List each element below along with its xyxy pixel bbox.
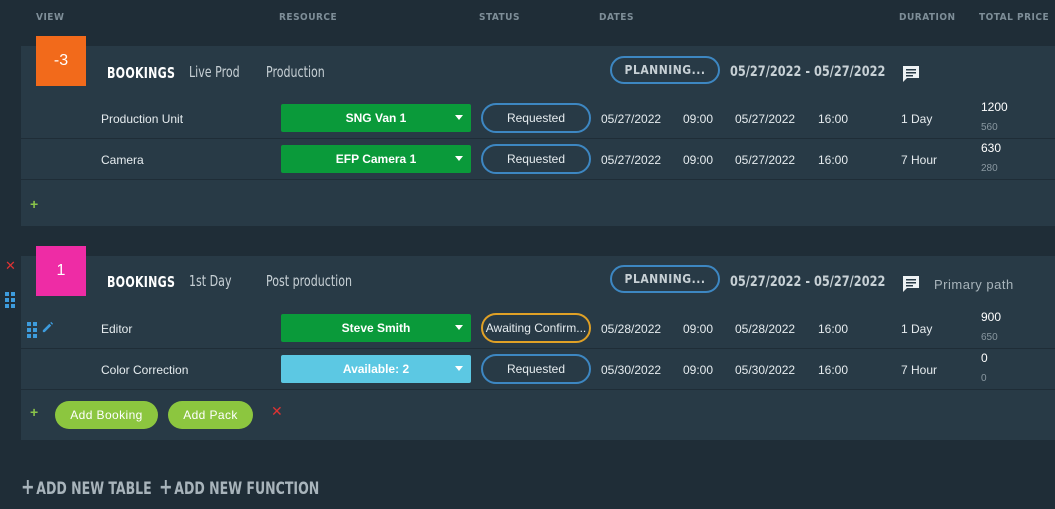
booking-table-2: 1 BOOKINGS 1st Day Post production PLANN… (21, 246, 1055, 440)
end-date[interactable]: 05/28/2022 (735, 322, 795, 336)
end-time[interactable]: 16:00 (818, 153, 848, 167)
start-date[interactable]: 05/27/2022 (601, 153, 661, 167)
col-status: STATUS (479, 12, 520, 23)
add-row-icon[interactable]: + (30, 196, 38, 212)
table-header: -3 BOOKINGS Live Prod Production PLANNIN… (21, 36, 1055, 98)
end-time[interactable]: 16:00 (818, 363, 848, 377)
table-badge[interactable]: -3 (36, 36, 86, 86)
booking-name: Editor (101, 322, 133, 336)
cost-price: 0 (981, 373, 987, 384)
row-drag-handle-icon[interactable] (27, 322, 37, 338)
table-subtitle-function: Post production (266, 272, 353, 290)
drag-handle-icon[interactable] (5, 292, 15, 308)
table-header: 1 BOOKINGS 1st Day Post production PLANN… (21, 246, 1055, 308)
add-booking-button[interactable]: Add Booking (55, 401, 158, 429)
booking-name: Camera (101, 153, 144, 167)
end-time[interactable]: 16:00 (818, 112, 848, 126)
cost-price: 560 (981, 122, 998, 133)
chevron-down-icon (455, 366, 463, 371)
plus-icon: + (21, 475, 35, 500)
start-date[interactable]: 05/28/2022 (601, 322, 661, 336)
chevron-down-icon (455, 325, 463, 330)
col-duration: DURATION (899, 12, 956, 23)
total-price: 900 (981, 310, 1002, 324)
col-total-price: TOTAL PRICE (979, 12, 1050, 23)
resource-value: EFP Camera 1 (335, 152, 417, 166)
start-time[interactable]: 09:00 (683, 153, 713, 167)
close-icon[interactable]: ✕ (271, 403, 283, 420)
table-subtitle-day: 1st Day (189, 272, 232, 290)
table-row: Editor Steve Smith Awaiting Confirm... 0… (21, 308, 1055, 349)
total-price: 0 (981, 351, 988, 365)
booking-table-1: -3 BOOKINGS Live Prod Production PLANNIN… (21, 36, 1055, 226)
add-new-table-link[interactable]: +ADD NEW TABLE (21, 475, 152, 500)
delete-table-icon[interactable]: ✕ (5, 258, 16, 274)
table-badge[interactable]: 1 (36, 246, 86, 296)
end-date[interactable]: 05/27/2022 (735, 153, 795, 167)
table-row: Production Unit SNG Van 1 Requested 05/2… (21, 98, 1055, 139)
duration: 7 Hour (901, 153, 938, 167)
table-row: Color Correction Available: 2 Requested … (21, 349, 1055, 390)
edit-pencil-icon[interactable] (41, 321, 54, 334)
resource-dropdown[interactable]: SNG Van 1 (281, 104, 471, 132)
resource-dropdown[interactable]: Available: 2 (281, 355, 471, 383)
table-title: BOOKINGS (107, 273, 176, 291)
col-resource: RESOURCE (279, 12, 338, 23)
duration: 1 Day (901, 112, 933, 126)
status-pill[interactable]: Requested (481, 354, 591, 384)
comment-icon[interactable] (901, 64, 921, 84)
total-price: 1200 (981, 100, 1008, 114)
phase-pill[interactable]: PLANNING... (610, 265, 720, 293)
phase-pill[interactable]: PLANNING... (610, 56, 720, 84)
start-date[interactable]: 05/30/2022 (601, 363, 661, 377)
plus-icon: + (159, 475, 173, 500)
duration: 1 Day (901, 322, 933, 336)
col-view: VIEW (36, 12, 65, 23)
comment-icon[interactable] (901, 274, 921, 294)
col-dates: DATES (599, 12, 634, 23)
booking-name: Color Correction (101, 363, 189, 377)
add-new-function-link[interactable]: +ADD NEW FUNCTION (159, 475, 319, 500)
resource-value: Steve Smith (341, 321, 411, 335)
chevron-down-icon (455, 115, 463, 120)
resource-value: Available: 2 (342, 362, 410, 376)
date-range: 05/27/2022 - 05/27/2022 (730, 274, 886, 290)
start-time[interactable]: 09:00 (683, 322, 713, 336)
cost-price: 280 (981, 163, 998, 174)
status-pill[interactable]: Requested (481, 144, 591, 174)
table-subtitle-function: Production (266, 63, 325, 81)
cost-price: 650 (981, 332, 998, 343)
table-subtitle-day: Live Prod (189, 63, 240, 81)
booking-name: Production Unit (101, 112, 184, 126)
add-row-icon[interactable]: + (30, 404, 38, 420)
start-time[interactable]: 09:00 (683, 112, 713, 126)
duration: 7 Hour (901, 363, 938, 377)
total-price: 630 (981, 141, 1002, 155)
chevron-down-icon (455, 156, 463, 161)
status-pill[interactable]: Requested (481, 103, 591, 133)
start-date[interactable]: 05/27/2022 (601, 112, 661, 126)
resource-value: SNG Van 1 (345, 111, 407, 125)
column-header: VIEW RESOURCE STATUS DATES DURATION TOTA… (0, 0, 1055, 36)
end-date[interactable]: 05/30/2022 (735, 363, 795, 377)
status-pill[interactable]: Awaiting Confirm... (481, 313, 591, 343)
end-time[interactable]: 16:00 (818, 322, 848, 336)
add-pack-button[interactable]: Add Pack (168, 401, 253, 429)
resource-dropdown[interactable]: EFP Camera 1 (281, 145, 471, 173)
table-title: BOOKINGS (107, 64, 176, 82)
date-range: 05/27/2022 - 05/27/2022 (730, 64, 886, 80)
end-date[interactable]: 05/27/2022 (735, 112, 795, 126)
primary-path-label: Primary path (934, 277, 1014, 292)
table-row: Camera EFP Camera 1 Requested 05/27/2022… (21, 139, 1055, 180)
resource-dropdown[interactable]: Steve Smith (281, 314, 471, 342)
start-time[interactable]: 09:00 (683, 363, 713, 377)
